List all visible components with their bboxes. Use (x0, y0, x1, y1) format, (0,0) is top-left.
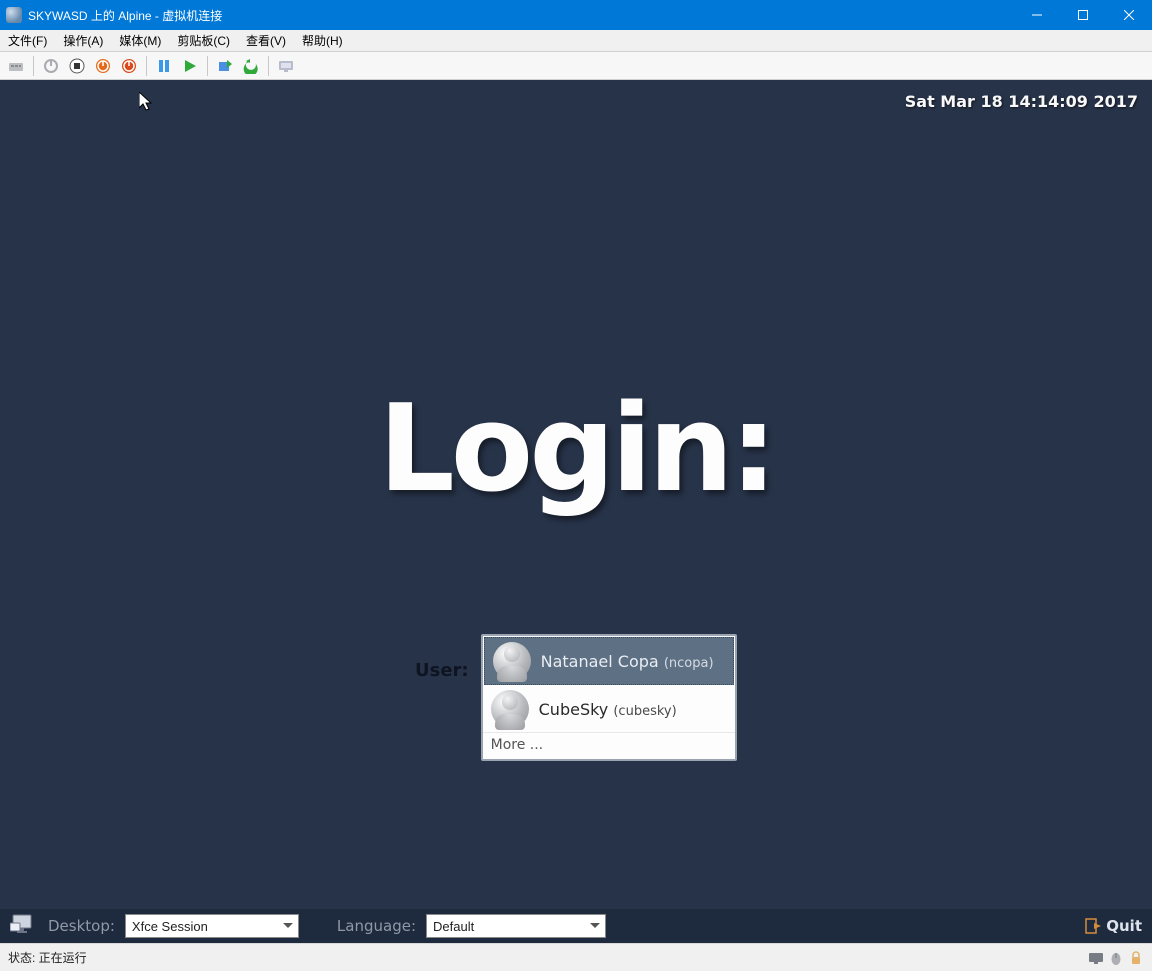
menu-file[interactable]: 文件(F) (0, 30, 55, 51)
user-name-text: Natanael Copa (ncopa) (541, 652, 714, 671)
desktop-label: Desktop: (48, 917, 115, 935)
turnoff-icon[interactable] (91, 54, 115, 78)
app-icon (6, 7, 22, 23)
user-name-text: CubeSky (cubesky) (539, 700, 677, 719)
language-select[interactable] (426, 914, 606, 938)
window-title: SKYWASD 上的 Alpine - 虚拟机连接 (28, 7, 1014, 24)
toolbar (0, 52, 1152, 80)
window-titlebar: SKYWASD 上的 Alpine - 虚拟机连接 (0, 0, 1152, 30)
toolbar-separator (268, 56, 269, 76)
maximize-button[interactable] (1060, 0, 1106, 30)
enhanced-session-icon[interactable] (274, 54, 298, 78)
user-more[interactable]: More ... (483, 733, 735, 759)
avatar-icon (491, 690, 529, 728)
close-button[interactable] (1106, 0, 1152, 30)
user-area: User: Natanael Copa (ncopa) CubeSky (cub… (415, 634, 737, 761)
user-label: User: (415, 660, 469, 761)
toolbar-separator (33, 56, 34, 76)
user-item-ncopa[interactable]: Natanael Copa (ncopa) (484, 637, 734, 685)
menu-media[interactable]: 媒体(M) (111, 30, 169, 51)
login-heading: Login: (0, 390, 1152, 510)
screen-status-icon (1088, 950, 1104, 966)
clock-text: Sat Mar 18 14:14:09 2017 (905, 92, 1138, 111)
checkpoint-icon[interactable] (213, 54, 237, 78)
user-list: Natanael Copa (ncopa) CubeSky (cubesky) … (481, 634, 737, 761)
user-item-cubesky[interactable]: CubeSky (cubesky) (483, 686, 735, 733)
quit-button[interactable]: Quit (1084, 917, 1142, 935)
pause-icon[interactable] (152, 54, 176, 78)
menu-bar: 文件(F) 操作(A) 媒体(M) 剪贴板(C) 查看(V) 帮助(H) (0, 30, 1152, 52)
start-icon[interactable] (178, 54, 202, 78)
quit-icon (1084, 917, 1102, 935)
menu-help[interactable]: 帮助(H) (294, 30, 351, 51)
guest-bottom-bar: Desktop: Language: Quit (0, 909, 1152, 943)
reset-icon[interactable] (117, 54, 141, 78)
power-off-icon[interactable] (39, 54, 63, 78)
lock-status-icon (1128, 950, 1144, 966)
status-text: 状态: 正在运行 (8, 949, 87, 966)
toolbar-separator (146, 56, 147, 76)
language-label: Language: (337, 917, 416, 935)
menu-view[interactable]: 查看(V) (238, 30, 294, 51)
desktop-select[interactable] (125, 914, 299, 938)
revert-icon[interactable] (239, 54, 263, 78)
avatar-icon (493, 642, 531, 680)
window-controls (1014, 0, 1152, 30)
mouse-status-icon (1108, 950, 1124, 966)
menu-clipboard[interactable]: 剪贴板(C) (169, 30, 238, 51)
toolbar-separator (207, 56, 208, 76)
guest-screen[interactable]: Sat Mar 18 14:14:09 2017 Login: User: Na… (0, 80, 1152, 943)
status-bar: 状态: 正在运行 (0, 943, 1152, 971)
desktop-icon (10, 913, 38, 939)
shutdown-icon[interactable] (65, 54, 89, 78)
menu-action[interactable]: 操作(A) (55, 30, 111, 51)
mouse-cursor-icon (139, 92, 153, 112)
quit-label: Quit (1106, 917, 1142, 935)
ctrl-alt-del-icon[interactable] (4, 54, 28, 78)
minimize-button[interactable] (1014, 0, 1060, 30)
